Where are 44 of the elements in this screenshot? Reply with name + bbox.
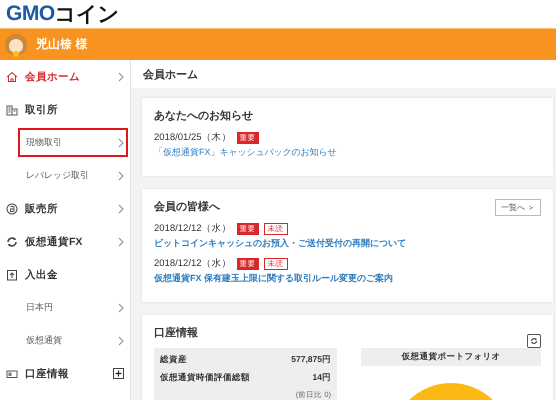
notice-link[interactable]: 仮想通貨FX 保有建玉上限に関する取引ルール変更のご案内: [154, 272, 541, 285]
balance-label: 総資産: [160, 354, 187, 366]
sidebar-item[interactable]: 入出金: [0, 258, 130, 291]
sidebar-item[interactable]: 会員ホーム: [0, 60, 130, 93]
deposit-box-icon: [6, 268, 18, 280]
chevron-right-icon: [118, 204, 124, 214]
sidebar-item[interactable]: 日本円: [0, 291, 130, 324]
notice-date: 2018/12/12（水）: [154, 257, 232, 270]
coin-icon: [6, 202, 18, 214]
sidebar-item[interactable]: 口座情報: [0, 357, 130, 390]
sidebar-item[interactable]: 取引所: [0, 93, 130, 126]
sidebar-item[interactable]: レバレッジ取引: [0, 159, 130, 192]
list-button[interactable]: 一覧へ ＞: [494, 199, 541, 216]
balance-value: 577,875円: [291, 354, 331, 366]
expand-plus-icon[interactable]: [113, 368, 124, 379]
notice-link[interactable]: ビットコインキャッシュのお預入・ご送付受付の再開について: [154, 237, 541, 250]
balance-value: 14円: [312, 372, 331, 384]
page-title: 会員ホーム: [131, 60, 556, 88]
chevron-right-icon: [118, 336, 124, 346]
cycle-arrows-icon: [6, 236, 18, 248]
portfolio-title: 仮想通貨ポートフォリオ: [361, 348, 541, 366]
chevron-right-icon: [118, 138, 124, 148]
home-icon: [6, 70, 18, 82]
chevron-right-icon: [118, 236, 124, 246]
card-title: あなたへのお知らせ: [154, 109, 254, 123]
notice-date: 2018/01/25（木）: [154, 131, 232, 144]
sidebar-item[interactable]: 仮想通貨FX: [0, 225, 130, 258]
card-title: 口座情報: [154, 326, 199, 340]
sidebar-item[interactable]: 仮想通貨: [0, 324, 130, 357]
notice-date: 2018/12/12（水）: [154, 222, 232, 235]
sidebar-item[interactable]: 販売所: [0, 192, 130, 225]
user-name: 兇山㮈 様: [36, 36, 88, 53]
chevron-right-icon: [118, 170, 124, 180]
id-card-icon: [6, 368, 18, 380]
balance-label: 仮想通貨時価評価総額: [160, 372, 250, 384]
card-title: 会員の皆様へ: [154, 200, 220, 214]
avatar-icon: [4, 32, 28, 56]
chevron-right-icon: [118, 302, 124, 312]
logo: GMOコイン: [6, 1, 120, 28]
notice-link[interactable]: 「仮想通貨FX」キャッシュバックのお知らせ: [154, 146, 541, 159]
chevron-right-icon: [118, 72, 124, 82]
refresh-icon[interactable]: [527, 334, 541, 348]
sidebar-item[interactable]: 現物取引: [16, 126, 130, 159]
building-icon: [6, 104, 18, 116]
